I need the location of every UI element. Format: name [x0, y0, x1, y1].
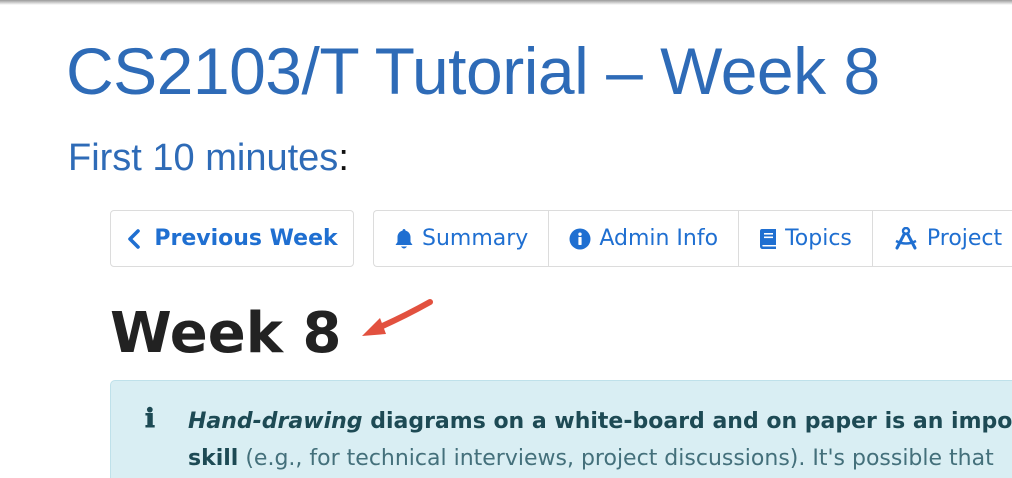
- info-line-1-rest: diagrams on a white-board and on paper i…: [362, 409, 1012, 434]
- nav-topics[interactable]: Topics: [739, 211, 873, 266]
- page-heading: Week 8: [110, 301, 342, 366]
- info-icon: ℹ: [145, 404, 155, 434]
- nav-admin-info[interactable]: Admin Info: [549, 211, 740, 266]
- nav-admin-info-label: Admin Info: [599, 226, 719, 251]
- info-skill: skill: [188, 446, 239, 471]
- slide-title: CS2103/T Tutorial – Week 8: [66, 34, 880, 108]
- info-circle-icon: [569, 228, 591, 250]
- compass-drafting-icon: [893, 226, 919, 251]
- info-callout-text: Hand-drawing diagrams on a white-board a…: [188, 403, 1012, 477]
- nav-project-label: Project: [926, 226, 1003, 251]
- nav-summary-label: Summary: [422, 226, 529, 251]
- nav-project[interactable]: Project: [873, 211, 1012, 266]
- chevron-left-icon: [126, 228, 142, 249]
- slide-subtitle: First 10 minutes:: [68, 133, 349, 183]
- info-line-1: Hand-drawing diagrams on a white-board a…: [188, 403, 1012, 440]
- previous-week-button[interactable]: Previous Week: [110, 210, 354, 267]
- week-nav-bar: Summary Admin Info Topics Project: [373, 210, 1012, 267]
- info-emphasis: Hand-drawing: [188, 409, 363, 434]
- subtitle-text: First 10 minutes: [68, 137, 339, 179]
- nav-summary[interactable]: Summary: [374, 211, 550, 266]
- red-annotation-arrow: [362, 299, 433, 336]
- info-line-2-rest: (e.g., for technical interviews, project…: [238, 446, 994, 471]
- subtitle-colon: :: [338, 137, 349, 179]
- bell-icon: [394, 228, 414, 250]
- nav-topics-label: Topics: [785, 226, 852, 251]
- info-line-2: skill (e.g., for technical interviews, p…: [188, 440, 1012, 477]
- book-icon: [759, 228, 777, 250]
- window-top-shadow: [0, 0, 1012, 5]
- previous-week-label: Previous Week: [154, 226, 338, 251]
